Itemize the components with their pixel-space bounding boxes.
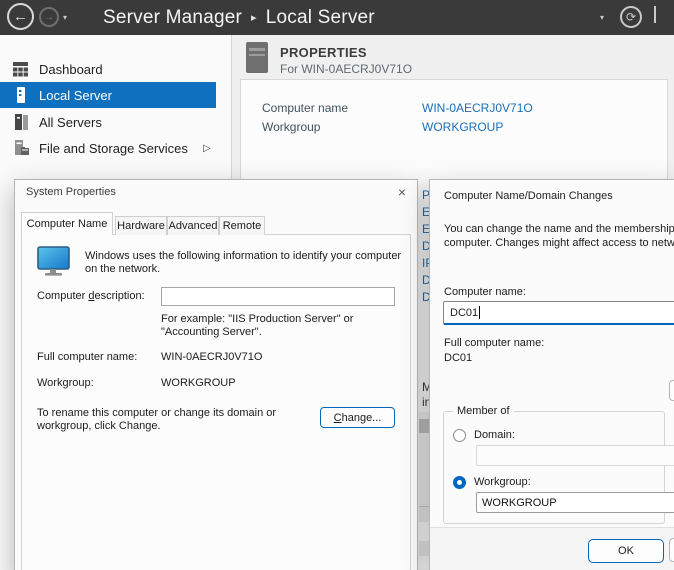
properties-heading: PROPERTIES [280, 45, 367, 60]
domain-radio-label: Domain: [474, 429, 515, 441]
tab-computer-name[interactable]: Computer Name [21, 212, 113, 235]
description-example-text: For example: "IIS Production Server" or … [161, 313, 376, 339]
tab-advanced[interactable]: Advanced [167, 216, 219, 235]
close-icon[interactable]: × [391, 184, 413, 202]
sidebar-item-all-servers[interactable]: All Servers [0, 110, 232, 134]
change-button[interactable]: Change... [320, 407, 395, 428]
back-button[interactable]: ← [7, 3, 34, 30]
computer-description-input[interactable] [161, 287, 395, 306]
domain-radio[interactable] [453, 429, 466, 442]
sidebar-item-label: Local Server [39, 88, 112, 103]
dialog-intro-line2: computer. Changes might affect access to… [444, 237, 674, 250]
rename-hint-text: To rename this computer or change its do… [37, 407, 277, 433]
full-computer-name-label: Full computer name: [37, 351, 137, 363]
nav-dropdown-caret-icon[interactable]: ▾ [63, 13, 67, 22]
computer-name-domain-changes-dialog: Computer Name/Domain Changes You can cha… [429, 179, 674, 570]
sidebar-item-file-storage-services[interactable]: File and Storage Services ▷ [0, 136, 232, 160]
dialog-title: Computer Name/Domain Changes [444, 190, 613, 202]
forward-icon: → [44, 11, 55, 23]
dialog-title: System Properties [26, 186, 116, 198]
back-icon: ← [13, 8, 28, 25]
local-server-icon [13, 87, 29, 103]
sidebar-item-label: All Servers [39, 115, 102, 130]
workgroup-link[interactable]: WORKGROUP [422, 120, 503, 134]
sidebar-item-label: File and Storage Services [39, 141, 188, 156]
workgroup-value: WORKGROUP [161, 377, 236, 389]
dashboard-icon [13, 61, 29, 77]
computer-name-link[interactable]: WIN-0AECRJ0V71O [422, 101, 533, 115]
property-label: Workgroup [262, 120, 320, 134]
workgroup-radio-label: Workgroup: [474, 476, 531, 488]
full-computer-name-value: WIN-0AECRJ0V71O [161, 351, 262, 363]
computer-name-input[interactable]: DC01 [443, 301, 674, 325]
topbar: ← → ▾ Server Manager ▸ Local Server ▾ ⟳ [0, 0, 674, 35]
full-computer-name-label: Full computer name: [444, 337, 544, 349]
property-label: Computer name [262, 101, 348, 115]
breadcrumb-page-title: Local Server [266, 7, 375, 29]
server-tile-icon [246, 42, 268, 73]
full-computer-name-value: DC01 [444, 352, 472, 364]
breadcrumb-app-title[interactable]: Server Manager [103, 7, 242, 29]
workgroup-label: Workgroup: [37, 377, 94, 389]
sidebar-item-label: Dashboard [39, 62, 103, 77]
expand-arrow-icon[interactable]: ▷ [203, 143, 211, 154]
sidebar-item-local-server[interactable]: Local Server [0, 82, 216, 108]
monitor-icon [37, 246, 71, 278]
system-properties-dialog: System Properties × Computer Name Hardwa… [14, 179, 418, 570]
cancel-button-clipped[interactable] [669, 538, 674, 562]
tab-page [21, 234, 411, 570]
member-of-label: Member of [453, 405, 514, 417]
dialog-footer: OK [430, 527, 674, 570]
all-servers-icon [13, 114, 29, 130]
more-button-clipped[interactable] [669, 380, 674, 401]
toolbar-dropdown-caret-icon[interactable]: ▾ [600, 13, 604, 22]
breadcrumb-separator-icon: ▸ [242, 11, 266, 24]
file-storage-icon [13, 140, 29, 156]
forward-button[interactable]: → [39, 7, 59, 27]
refresh-icon: ⟳ [626, 10, 636, 24]
dialog-intro-text: Windows uses the following information t… [85, 250, 415, 276]
domain-input[interactable] [476, 445, 674, 466]
refresh-button[interactable]: ⟳ [620, 6, 642, 28]
notification-flag-icon[interactable] [654, 6, 656, 23]
ok-button[interactable]: OK [588, 539, 664, 563]
computer-name-label: Computer name: [444, 286, 526, 298]
workgroup-radio[interactable] [453, 476, 466, 489]
server-manager-window: ← → ▾ Server Manager ▸ Local Server ▾ ⟳ … [0, 0, 674, 570]
sidebar-item-dashboard[interactable]: Dashboard [0, 57, 232, 81]
properties-subheading: For WIN-0AECRJ0V71O [280, 62, 412, 76]
computer-description-label: Computer description: [37, 290, 145, 302]
tab-hardware[interactable]: Hardware [115, 216, 167, 235]
breadcrumb: Server Manager ▸ Local Server [103, 0, 375, 35]
workgroup-input[interactable] [476, 492, 674, 513]
tab-remote[interactable]: Remote [219, 216, 265, 235]
dialog-intro-line1: You can change the name and the membersh… [444, 223, 674, 236]
text-cursor [479, 306, 480, 319]
